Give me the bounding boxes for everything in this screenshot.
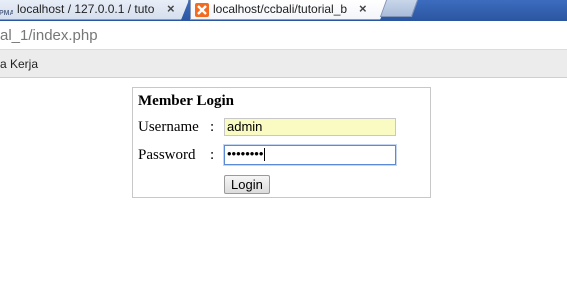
xampp-icon xyxy=(195,3,209,17)
username-label: Username xyxy=(138,119,199,135)
close-icon[interactable]: × xyxy=(167,1,175,16)
pma-icon: PMA xyxy=(0,3,13,17)
username-input[interactable]: admin xyxy=(224,118,396,136)
address-bar[interactable]: al_1/index.php xyxy=(0,21,567,50)
tab-strip: PMA localhost / 127.0.0.1 / tuto × local… xyxy=(0,0,567,21)
password-value: •••••••• xyxy=(227,146,264,161)
address-url[interactable]: al_1/index.php xyxy=(0,27,98,44)
close-icon[interactable]: × xyxy=(359,1,367,16)
password-colon: : xyxy=(210,147,215,163)
bookmarks-bar: a Kerja xyxy=(0,50,567,78)
text-cursor xyxy=(264,148,266,162)
tab-title: localhost/ccbali/tutorial_b xyxy=(213,2,348,16)
password-label: Password xyxy=(138,147,196,163)
tab-title: localhost / 127.0.0.1 / tuto xyxy=(17,2,155,16)
username-colon: : xyxy=(210,119,215,135)
login-button[interactable]: Login xyxy=(224,175,270,194)
login-form: Member Login Username : admin Password :… xyxy=(132,87,431,198)
password-input[interactable]: •••••••• xyxy=(224,145,396,165)
tab-phpmyadmin[interactable]: PMA localhost / 127.0.0.1 / tuto × xyxy=(0,0,189,20)
svg-text:PMA: PMA xyxy=(0,10,13,17)
new-tab-button[interactable] xyxy=(379,0,419,17)
form-title: Member Login xyxy=(138,93,234,109)
tab-tutorial[interactable]: localhost/ccbali/tutorial_b × xyxy=(190,0,388,20)
bookmark-item[interactable]: a Kerja xyxy=(0,57,38,71)
